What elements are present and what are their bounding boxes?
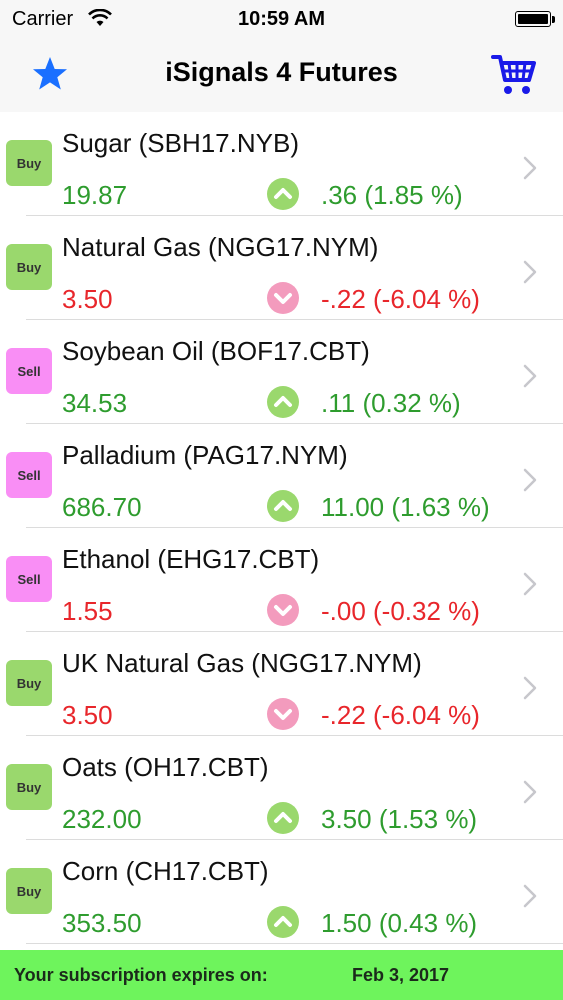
contract-name: Natural Gas (NGG17.NYM) <box>62 232 379 262</box>
status-time: 10:59 AM <box>237 8 326 30</box>
contract-price: 3.50 <box>62 284 113 314</box>
arrow-up-icon <box>267 906 299 938</box>
chevron-right-icon <box>523 780 537 809</box>
status-bar: Carrier 10:59 AM <box>0 0 563 38</box>
contract-name: Ethanol (EHG17.CBT) <box>62 544 320 574</box>
contract-price: 3.50 <box>62 700 113 730</box>
subscription-footer: Your subscription expires on: Feb 3, 201… <box>0 950 563 1000</box>
futures-row[interactable]: Buy Natural Gas (NGG17.NYM) 3.50 -.22 (-… <box>0 216 563 320</box>
signal-badge: Buy <box>6 140 52 186</box>
chevron-right-icon <box>523 676 537 705</box>
arrow-up-icon <box>267 178 299 210</box>
subscription-label: Your subscription expires on: <box>14 965 268 985</box>
futures-row[interactable]: Sell Palladium (PAG17.NYM) 686.70 11.00 … <box>0 424 563 528</box>
contract-price: 686.70 <box>62 492 142 522</box>
contract-price: 19.87 <box>62 180 128 210</box>
chevron-right-icon <box>523 364 537 393</box>
contract-price: 1.55 <box>62 596 113 626</box>
arrow-up-icon <box>267 490 299 522</box>
page-title: iSignals 4 Futures <box>165 57 398 87</box>
signal-badge: Sell <box>6 556 52 602</box>
signal-badge: Sell <box>6 348 52 394</box>
chevron-right-icon <box>523 572 537 601</box>
price-change: .11 (0.32 %) <box>321 388 461 418</box>
chevron-right-icon <box>523 156 537 185</box>
contract-name: Oats (OH17.CBT) <box>62 752 269 782</box>
contract-name: Soybean Oil (BOF17.CBT) <box>62 336 370 366</box>
signal-badge: Buy <box>6 868 52 914</box>
arrow-up-icon <box>267 802 299 834</box>
contract-name: Sugar (SBH17.NYB) <box>62 128 299 158</box>
cart-icon <box>491 55 536 94</box>
futures-row[interactable]: Sell Ethanol (EHG17.CBT) 1.55 -.00 (-0.3… <box>0 528 563 632</box>
signal-badge: Buy <box>6 660 52 706</box>
contract-name: Corn (CH17.CBT) <box>62 856 269 886</box>
price-change: 3.50 (1.53 %) <box>321 804 478 834</box>
futures-row[interactable]: Sell Soybean Oil (BOF17.CBT) 34.53 .11 (… <box>0 320 563 424</box>
arrow-down-icon <box>267 282 299 314</box>
chevron-right-icon <box>523 884 537 913</box>
contract-name: UK Natural Gas (NGG17.NYM) <box>62 648 422 678</box>
battery-icon <box>515 11 555 27</box>
price-change: 11.00 (1.63 %) <box>321 492 490 522</box>
arrow-up-icon <box>267 386 299 418</box>
chevron-right-icon <box>523 260 537 289</box>
price-change: -.22 (-6.04 %) <box>321 284 480 314</box>
signal-badge: Buy <box>6 764 52 810</box>
price-change: .36 (1.85 %) <box>321 180 463 210</box>
navigation-bar: iSignals 4 Futures <box>0 38 563 113</box>
price-change: -.00 (-0.32 %) <box>321 596 480 626</box>
row-separator <box>26 943 563 944</box>
futures-row[interactable]: Buy Oats (OH17.CBT) 232.00 3.50 (1.53 %) <box>0 736 563 840</box>
signal-badge: Sell <box>6 452 52 498</box>
price-change: 1.50 (0.43 %) <box>321 908 478 938</box>
contract-name: Palladium (PAG17.NYM) <box>62 440 348 470</box>
contract-price: 353.50 <box>62 908 142 938</box>
futures-list: Buy Sugar (SBH17.NYB) 19.87 .36 (1.85 %)… <box>0 112 563 944</box>
price-change: -.22 (-6.04 %) <box>321 700 480 730</box>
cart-button[interactable] <box>491 52 537 96</box>
subscription-date: Feb 3, 2017 <box>352 965 450 985</box>
arrow-down-icon <box>267 698 299 730</box>
arrow-down-icon <box>267 594 299 626</box>
contract-price: 34.53 <box>62 388 128 418</box>
futures-row[interactable]: Buy Sugar (SBH17.NYB) 19.87 .36 (1.85 %) <box>0 112 563 216</box>
signal-badge: Buy <box>6 244 52 290</box>
chevron-right-icon <box>523 468 537 497</box>
futures-row[interactable]: Buy UK Natural Gas (NGG17.NYM) 3.50 -.22… <box>0 632 563 736</box>
contract-price: 232.00 <box>62 804 142 834</box>
futures-row[interactable]: Buy Corn (CH17.CBT) 353.50 1.50 (0.43 %) <box>0 840 563 944</box>
